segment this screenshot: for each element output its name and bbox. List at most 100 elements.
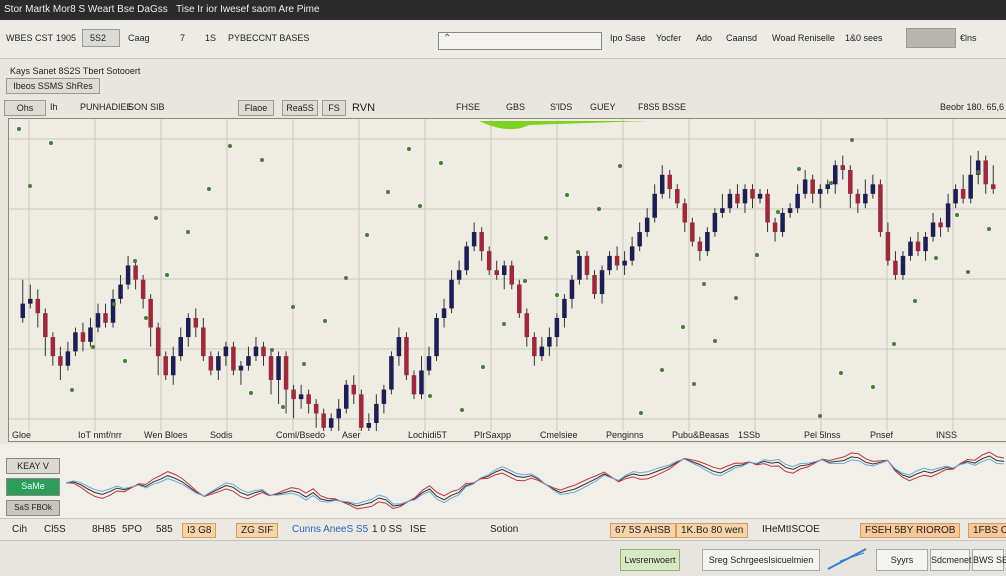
data-cell[interactable]: 1FBS COE bbox=[968, 523, 1006, 538]
candle bbox=[592, 270, 597, 299]
marker-dot bbox=[544, 236, 548, 240]
candle bbox=[449, 270, 454, 314]
data-cell[interactable]: I3 G8 bbox=[182, 523, 217, 538]
candle-body bbox=[494, 270, 499, 275]
tool-ih[interactable]: Ih bbox=[50, 102, 58, 112]
subheader-badge[interactable]: Ibeos SSMS ShRes bbox=[6, 78, 100, 94]
tool-ohs[interactable]: Ohs bbox=[4, 100, 46, 116]
tool-fs[interactable]: FS bbox=[322, 100, 346, 116]
candle bbox=[675, 184, 680, 209]
candle bbox=[186, 313, 191, 347]
candle-body bbox=[652, 193, 657, 218]
data-cell[interactable]: 8H85 bbox=[88, 523, 120, 536]
indicator-label[interactable]: KEAY V bbox=[6, 458, 60, 474]
candle bbox=[201, 317, 206, 361]
candle-body bbox=[268, 356, 274, 381]
data-cell[interactable]: FSEH 5BY RIOROB bbox=[860, 523, 961, 538]
candle bbox=[908, 236, 913, 261]
price-chart[interactable] bbox=[8, 118, 1006, 442]
tool-guey[interactable]: GUEY bbox=[590, 102, 616, 112]
candle bbox=[945, 193, 951, 233]
candle bbox=[840, 155, 846, 180]
marker-dot bbox=[91, 345, 95, 349]
status-r3[interactable]: BWS SE bbox=[972, 549, 1006, 571]
menu-item-sees[interactable]: 1&0 sees bbox=[845, 33, 883, 43]
pen-icon[interactable] bbox=[826, 547, 870, 574]
candle bbox=[374, 394, 379, 433]
data-cell[interactable]: ZG SIF bbox=[236, 523, 279, 538]
menu-item-ipo-sase[interactable]: Ipo Sase bbox=[610, 33, 646, 43]
marker-dot bbox=[871, 385, 875, 389]
candle bbox=[923, 232, 928, 261]
candle bbox=[607, 251, 612, 275]
marker-dot bbox=[228, 144, 232, 148]
data-cell[interactable]: 1K.Bo 80 wen bbox=[676, 523, 749, 538]
data-cell[interactable]: 5PO bbox=[118, 523, 146, 536]
toggle-button[interactable] bbox=[906, 28, 956, 48]
tool-flaoe[interactable]: Flaoe bbox=[238, 100, 274, 116]
candle-body bbox=[313, 403, 319, 414]
candle-body bbox=[486, 251, 492, 271]
candle-body bbox=[193, 317, 199, 328]
data-cell[interactable]: ISE bbox=[406, 523, 430, 536]
tool-punhadiee[interactable]: PUNHADIEE bbox=[80, 102, 133, 112]
menu-item-caansd[interactable]: Caansd bbox=[726, 33, 757, 43]
data-cell[interactable]: Cunns AneeS S5 bbox=[288, 523, 372, 536]
search-input[interactable]: ⌃ bbox=[438, 32, 602, 50]
tool-son-sib[interactable]: SON SIB bbox=[128, 102, 165, 112]
indicator-green-button[interactable]: SaMe bbox=[6, 478, 60, 496]
candle-body bbox=[923, 236, 928, 252]
data-cell[interactable]: Cih bbox=[8, 523, 31, 536]
candle-body bbox=[464, 246, 469, 271]
candle-body bbox=[675, 189, 680, 204]
candle-body bbox=[817, 189, 823, 194]
candle-body bbox=[479, 232, 484, 252]
candle-body bbox=[524, 313, 530, 338]
status-r2[interactable]: Sdcmenet bbox=[930, 549, 972, 571]
menu-item-5s2[interactable]: 5S2 bbox=[90, 33, 106, 43]
menu-item-1905[interactable]: 1905 bbox=[56, 33, 76, 43]
tool-rvn[interactable]: RVN bbox=[352, 102, 375, 114]
status-r1[interactable]: Syyrs bbox=[876, 549, 928, 571]
data-cell[interactable]: IHeMtISCOE bbox=[758, 523, 824, 536]
menu-item-woad[interactable]: Woad Reniselle bbox=[772, 33, 835, 43]
status-mid[interactable]: Sreg SchrgeesIsicuelmien bbox=[702, 549, 820, 571]
menu-item-yocfer[interactable]: Yocfer bbox=[656, 33, 681, 43]
marker-dot bbox=[123, 359, 127, 363]
menu-item-7[interactable]: 7 bbox=[180, 33, 185, 43]
data-cell[interactable]: 1 0 SS bbox=[368, 523, 406, 536]
candle bbox=[757, 189, 763, 204]
candle-body bbox=[298, 394, 304, 400]
marker-dot bbox=[460, 408, 464, 412]
tool-fhse[interactable]: FHSE bbox=[456, 102, 480, 112]
candle bbox=[193, 308, 199, 338]
tool-fbss[interactable]: F8S5 BSSE bbox=[638, 102, 686, 112]
marker-dot bbox=[987, 227, 991, 231]
menu-item-wbes[interactable]: WBES CST bbox=[6, 33, 53, 43]
indicator-bottom-label[interactable]: SaS FBOk SchOI 8 bbox=[6, 500, 60, 526]
status-left[interactable]: Lwsrenwoert bbox=[620, 549, 680, 571]
data-cell[interactable]: 585 bbox=[152, 523, 177, 536]
marker-dot bbox=[502, 322, 506, 326]
data-cell[interactable]: 67 5S AHSB bbox=[610, 523, 676, 538]
menu-item-caag[interactable]: Caag bbox=[128, 33, 150, 43]
candle bbox=[328, 413, 334, 438]
candle bbox=[501, 260, 507, 290]
tool-slds[interactable]: S'lDS bbox=[550, 102, 572, 112]
menu-item-1s[interactable]: 1S bbox=[205, 33, 216, 43]
menu-item-ado[interactable]: Ado bbox=[696, 33, 712, 43]
candle-body bbox=[501, 265, 507, 275]
tool-reass[interactable]: Rea5S bbox=[282, 100, 318, 116]
data-cell[interactable]: Cl5S bbox=[40, 523, 70, 536]
menu-item-elns[interactable]: €lns bbox=[960, 33, 977, 43]
candle-body bbox=[381, 389, 387, 404]
candle-body bbox=[231, 346, 236, 371]
tool-gbs[interactable]: GBS bbox=[506, 102, 525, 112]
menu-item-pybeccnt[interactable]: PYBECCNT BASES bbox=[228, 33, 309, 43]
candle bbox=[389, 351, 394, 395]
x-tick-label: Gloe bbox=[12, 430, 32, 440]
data-cell[interactable]: Sotion bbox=[486, 523, 522, 536]
marker-dot bbox=[639, 411, 643, 415]
x-axis: Gloe IoT nmf/nrr Wen Bloes Sodis Coml/Bsedo A… bbox=[0, 430, 1006, 444]
candle-body bbox=[863, 193, 868, 204]
